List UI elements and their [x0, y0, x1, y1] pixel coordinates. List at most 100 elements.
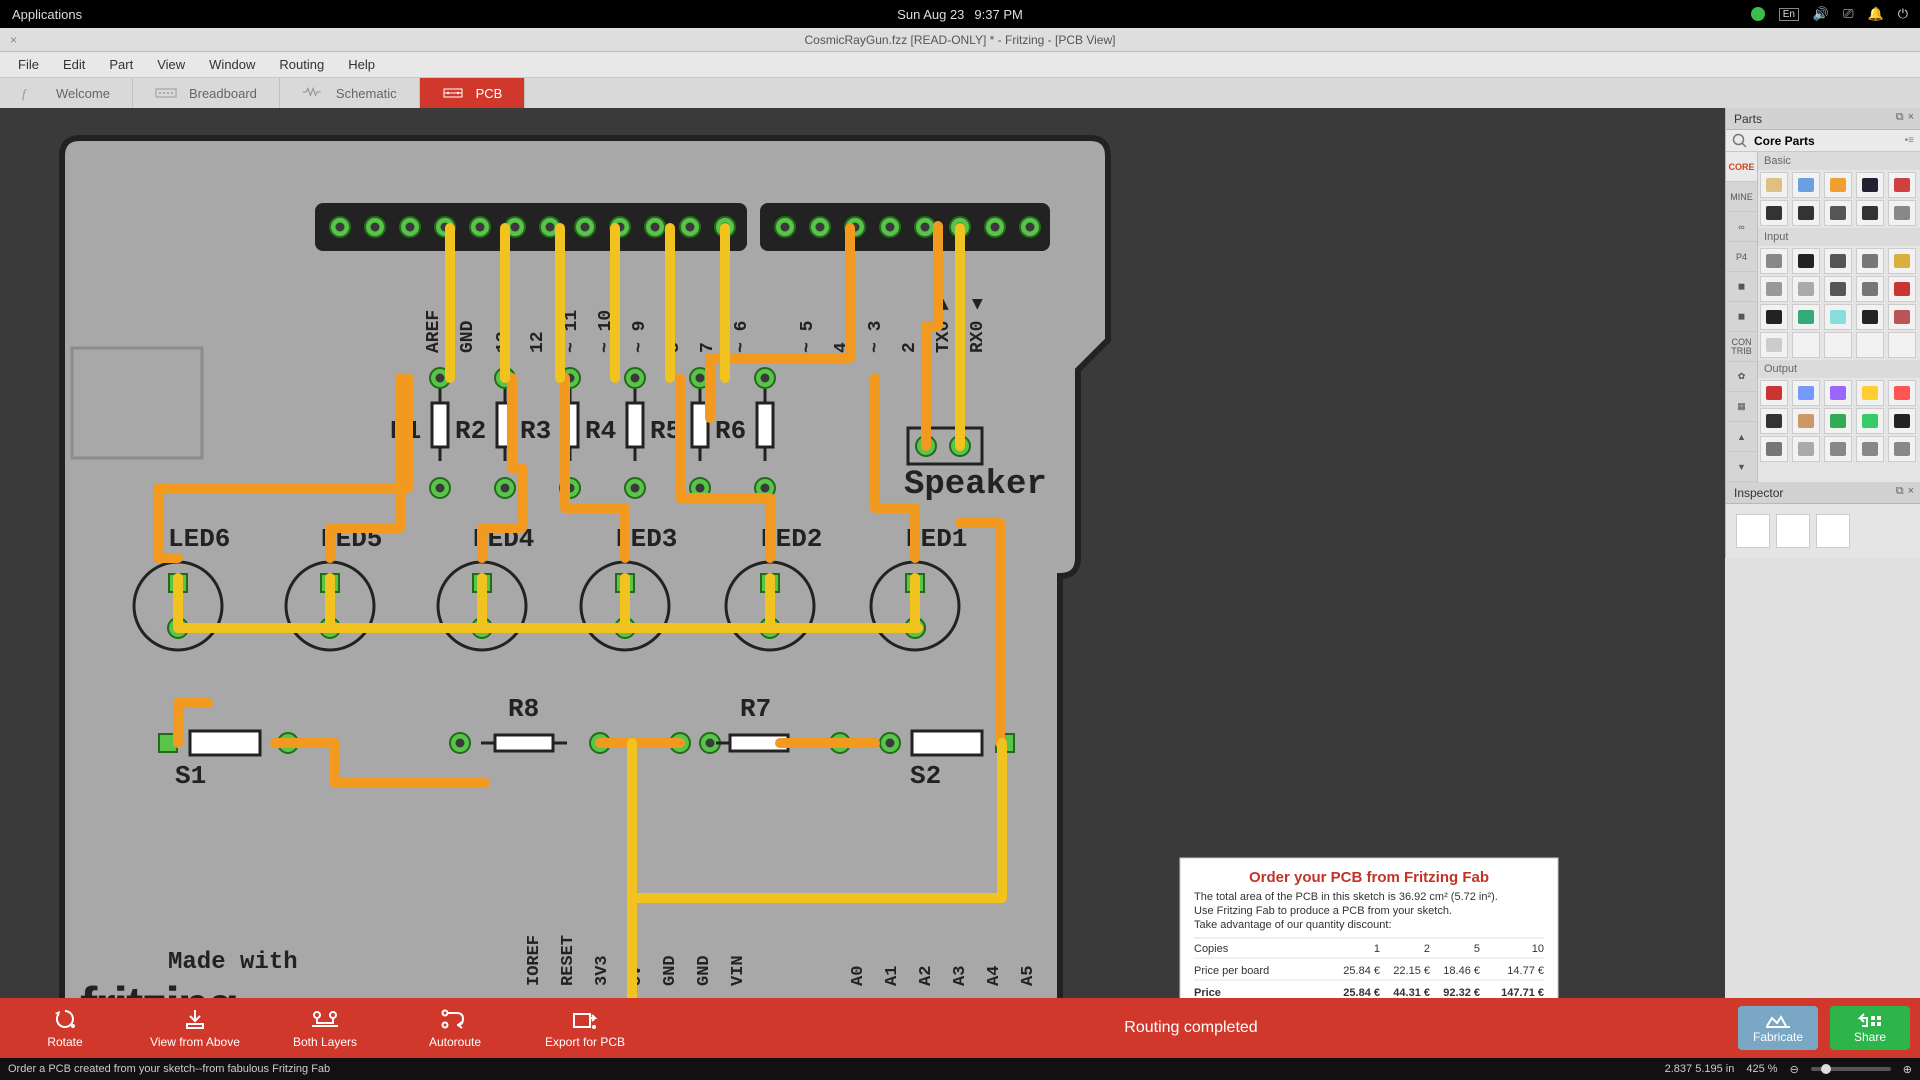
zoom-slider[interactable] [1811, 1067, 1891, 1071]
os-date: Sun Aug 23 [897, 7, 964, 22]
tab-pcb[interactable]: PCB [420, 78, 526, 108]
close-icon[interactable]: × [10, 28, 17, 52]
svg-text:R8: R8 [508, 694, 539, 724]
bin-4[interactable]: P4 [1726, 242, 1757, 272]
part-thumb[interactable] [1856, 248, 1884, 274]
menu-window[interactable]: Window [197, 53, 267, 76]
parts-close-icon[interactable]: × [1908, 111, 1914, 124]
tab-welcome[interactable]: f Welcome [0, 78, 133, 108]
part-thumb[interactable] [1792, 436, 1820, 462]
inspector-tab-1[interactable] [1736, 514, 1770, 548]
part-thumb[interactable] [1760, 436, 1788, 462]
layers-button[interactable]: Both Layers [260, 1007, 390, 1049]
menu-routing[interactable]: Routing [267, 53, 336, 76]
part-thumb[interactable] [1792, 276, 1820, 302]
part-thumb[interactable] [1856, 200, 1884, 226]
fab-quote-box[interactable]: Order your PCB from Fritzing Fab The tot… [1180, 858, 1558, 998]
part-thumb[interactable] [1888, 380, 1916, 406]
bin-down[interactable]: ▼ [1726, 452, 1757, 482]
core-menu-icon[interactable]: •≡ [1905, 135, 1914, 146]
rotate-button[interactable]: Rotate [0, 1007, 130, 1049]
part-thumb[interactable] [1888, 248, 1916, 274]
part-thumb[interactable] [1824, 332, 1852, 358]
bin-9[interactable]: ▦ [1726, 392, 1757, 422]
lang-indicator[interactable]: En [1779, 8, 1799, 21]
part-thumb[interactable] [1888, 408, 1916, 434]
part-thumb[interactable] [1856, 172, 1884, 198]
bin-6[interactable]: ◼ [1726, 302, 1757, 332]
parts-undock-icon[interactable]: ⧉ [1896, 111, 1904, 124]
part-thumb[interactable] [1824, 408, 1852, 434]
part-thumb[interactable] [1760, 276, 1788, 302]
part-thumb[interactable] [1856, 276, 1884, 302]
part-thumb[interactable] [1888, 332, 1916, 358]
part-thumb[interactable] [1888, 172, 1916, 198]
status-ok-icon[interactable] [1751, 7, 1765, 21]
part-thumb[interactable] [1856, 380, 1884, 406]
volume-icon[interactable]: 🔊 [1813, 6, 1829, 22]
power-icon[interactable]: ⏻ [1898, 6, 1908, 22]
part-thumb[interactable] [1888, 304, 1916, 330]
menu-view[interactable]: View [145, 53, 197, 76]
menu-part[interactable]: Part [97, 53, 145, 76]
part-thumb[interactable] [1760, 332, 1788, 358]
part-thumb[interactable] [1888, 276, 1916, 302]
pcb-canvas[interactable]: AREFGND1312~ 11~ 10~ 987~ 6~ 54~ 32TX0 ▶… [0, 108, 1725, 998]
inspector-tab-2[interactable] [1776, 514, 1810, 548]
bin-contrib[interactable]: CON TRIB [1726, 332, 1757, 362]
part-thumb[interactable] [1792, 200, 1820, 226]
part-thumb[interactable] [1824, 172, 1852, 198]
part-thumb[interactable] [1856, 408, 1884, 434]
autoroute-button[interactable]: Autoroute [390, 1007, 520, 1049]
network-icon[interactable]: ⎚ [1843, 6, 1853, 22]
part-thumb[interactable] [1856, 304, 1884, 330]
notifications-icon[interactable]: 🔔 [1868, 6, 1884, 22]
inspector-undock-icon[interactable]: ⧉ [1896, 485, 1904, 498]
inspector-close-icon[interactable]: × [1908, 485, 1914, 498]
part-thumb[interactable] [1792, 172, 1820, 198]
part-thumb[interactable] [1824, 276, 1852, 302]
part-thumb[interactable] [1792, 332, 1820, 358]
part-thumb[interactable] [1792, 248, 1820, 274]
tab-schematic[interactable]: Schematic [280, 78, 420, 108]
bin-core[interactable]: CORE [1726, 152, 1757, 182]
part-thumb[interactable] [1760, 200, 1788, 226]
part-thumb[interactable] [1760, 380, 1788, 406]
bin-8[interactable]: ✿ [1726, 362, 1757, 392]
part-thumb[interactable] [1824, 380, 1852, 406]
part-thumb[interactable] [1888, 436, 1916, 462]
part-thumb[interactable] [1888, 200, 1916, 226]
part-thumb[interactable] [1856, 332, 1884, 358]
applications-menu[interactable]: Applications [12, 7, 82, 22]
part-thumb[interactable] [1760, 408, 1788, 434]
part-thumb[interactable] [1824, 200, 1852, 226]
bin-arduino[interactable]: ∞ [1726, 212, 1757, 242]
search-icon[interactable] [1732, 133, 1748, 149]
fabricate-button[interactable]: Fabricate [1738, 1006, 1818, 1050]
bin-up[interactable]: ▲ [1726, 422, 1757, 452]
inspector-tab-3[interactable] [1816, 514, 1850, 548]
part-thumb[interactable] [1760, 172, 1788, 198]
part-thumb[interactable] [1760, 304, 1788, 330]
part-thumb[interactable] [1792, 408, 1820, 434]
svg-text:Price: Price [1194, 987, 1221, 998]
part-thumb[interactable] [1824, 436, 1852, 462]
part-thumb[interactable] [1792, 304, 1820, 330]
menu-edit[interactable]: Edit [51, 53, 97, 76]
part-thumb[interactable] [1824, 304, 1852, 330]
part-thumb[interactable] [1760, 248, 1788, 274]
share-button[interactable]: Share [1830, 1006, 1910, 1050]
bin-5[interactable]: ◼ [1726, 272, 1757, 302]
export-button[interactable]: Export for PCB [520, 1007, 650, 1049]
zoom-in-icon[interactable]: ⊕ [1903, 1063, 1912, 1076]
part-thumb[interactable] [1824, 248, 1852, 274]
zoom-out-icon[interactable]: ⊖ [1790, 1063, 1799, 1076]
menu-file[interactable]: File [6, 53, 51, 76]
view-above-button[interactable]: View from Above [130, 1007, 260, 1049]
menu-help[interactable]: Help [336, 53, 387, 76]
pcb-board[interactable] [62, 138, 1108, 998]
part-thumb[interactable] [1856, 436, 1884, 462]
part-thumb[interactable] [1792, 380, 1820, 406]
bin-mine[interactable]: MINE [1726, 182, 1757, 212]
tab-breadboard[interactable]: Breadboard [133, 78, 280, 108]
